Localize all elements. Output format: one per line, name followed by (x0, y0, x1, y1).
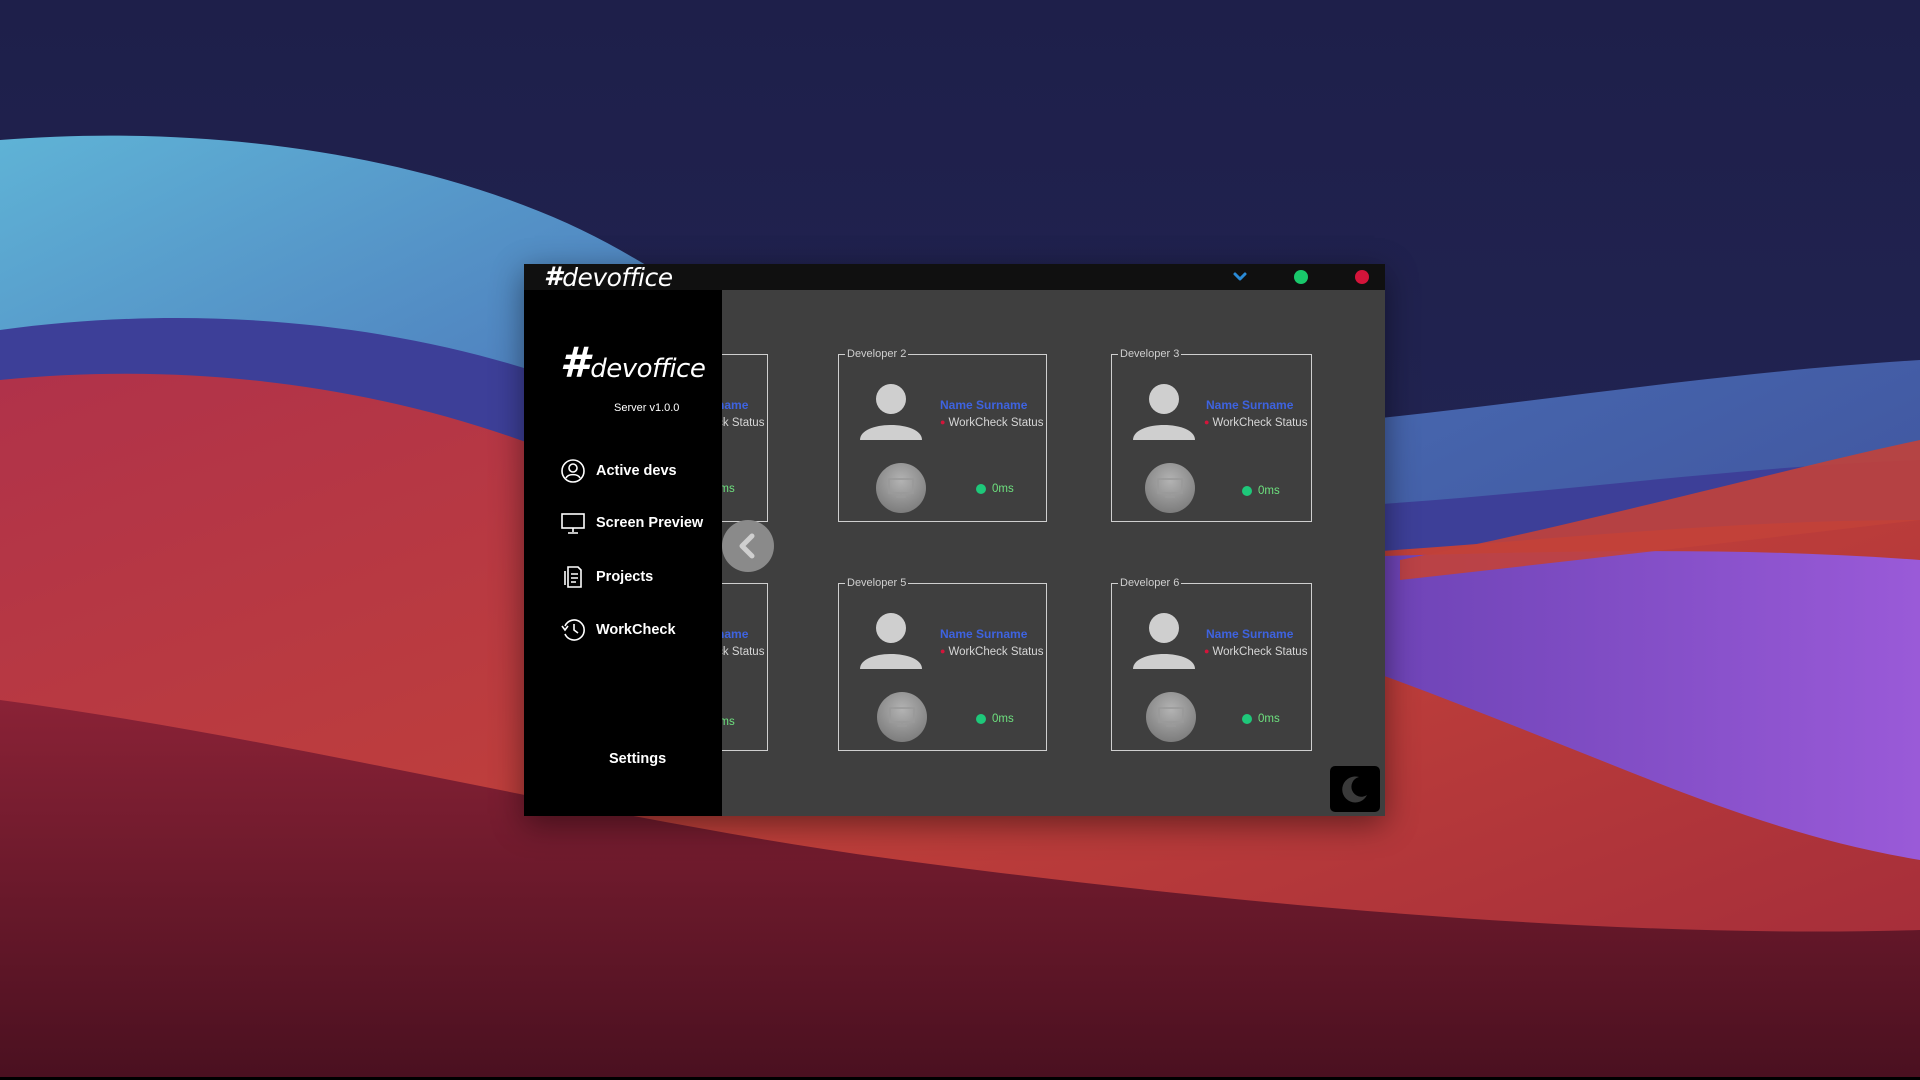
card-legend: Developer 5 (845, 576, 909, 590)
workcheck-status-label: WorkCheck Status (948, 417, 1044, 429)
screen-preview-button[interactable] (1146, 692, 1196, 742)
ping-indicator: 0ms (722, 483, 735, 495)
screen-preview-button[interactable] (876, 463, 926, 513)
sidebar-item-screen-preview[interactable]: Screen Preview (560, 510, 703, 536)
developer-name: Name Surname (940, 398, 1028, 412)
ping-value: 0ms (722, 483, 735, 495)
ping-dot (1242, 714, 1252, 724)
avatar-icon (1133, 384, 1195, 440)
title-logo-text: devoffice (562, 262, 673, 292)
maximize-button[interactable] (1294, 270, 1308, 284)
status-dot: ● (940, 417, 946, 427)
status-dot: ● (1204, 417, 1210, 427)
theme-toggle-button[interactable] (1330, 766, 1380, 812)
status-dot: ● (1204, 646, 1210, 656)
ping-dot (976, 714, 986, 724)
ping-indicator: 0ms (1242, 485, 1280, 497)
workcheck-status: ●WorkCheck Status (940, 417, 1043, 429)
moon-icon (1342, 776, 1367, 803)
sidebar-item-label: Active devs (596, 463, 677, 479)
collapse-sidebar-button[interactable] (722, 520, 774, 572)
sidebar: # devoffice Server v1.0.0 Active devs Sc… (524, 290, 722, 816)
sidebar-item-projects[interactable]: Projects (560, 564, 653, 590)
developer-name: Name Surname (1206, 398, 1294, 412)
card-legend: Developer 3 (1118, 347, 1182, 361)
sidebar-item-workcheck[interactable]: WorkCheck (560, 617, 676, 643)
ping-dot (976, 484, 986, 494)
sidebar-logo-hash: # (560, 338, 589, 387)
ping-indicator: 0ms (976, 483, 1014, 495)
title-bar[interactable]: # devoffice (524, 262, 1385, 292)
ping-value: 0ms (1258, 713, 1280, 725)
monitor-icon (889, 707, 915, 727)
title-logo-hash: # (544, 262, 562, 292)
developer-card[interactable]: Developer 5 Name Surname ● WorkCheck Stat… (838, 576, 1047, 751)
ping-value: 0ms (1258, 485, 1280, 497)
developer-name: Name Surname (722, 398, 749, 412)
workcheck-status-label: WorkCheck Status (722, 646, 765, 658)
ping-value: 0ms (722, 716, 735, 728)
screen-preview-button[interactable] (877, 692, 927, 742)
developer-name: Name Surname (940, 627, 1028, 641)
ping-indicator: 0ms (1242, 713, 1280, 725)
clock-icon (560, 617, 586, 643)
user-circle-icon (560, 458, 586, 484)
sidebar-logo-text: devoffice (590, 354, 706, 384)
version-label: Server v1.0.0 (614, 402, 680, 414)
sidebar-item-active-devs[interactable]: Active devs (560, 458, 677, 484)
minimize-button[interactable] (1232, 269, 1248, 285)
workcheck-status: ●WorkCheck Status (1204, 417, 1307, 429)
workcheck-status-label: WorkCheck Status (1212, 646, 1308, 658)
app-window: # devoffice # devoffice Server v1.0.0 Ac… (524, 262, 1385, 816)
screen-preview-button[interactable] (1145, 463, 1195, 513)
sidebar-item-label: Screen Preview (596, 515, 704, 531)
monitor-icon (888, 478, 914, 498)
sidebar-logo: # devoffice (560, 338, 706, 387)
developer-card[interactable]: Developer 2 Name Surname ● WorkCheck Stat… (838, 347, 1047, 522)
developer-card[interactable]: Name Surname ●WorkCheck Status 0ms (722, 354, 768, 522)
monitor-icon (1157, 478, 1183, 498)
close-button[interactable] (1355, 270, 1369, 284)
monitor-icon (560, 510, 586, 536)
developer-name: Name Surname (722, 627, 749, 641)
title-logo: # devoffice (544, 262, 673, 292)
monitor-icon (1158, 707, 1184, 727)
workcheck-status: ●WorkCheck Status (722, 646, 764, 658)
avatar-icon (860, 384, 922, 440)
workcheck-status: ●WorkCheck Status (722, 417, 764, 429)
ping-dot (1242, 486, 1252, 496)
workcheck-status-label: WorkCheck Status (722, 417, 765, 429)
ping-indicator: 0ms (722, 716, 735, 728)
ping-indicator: 0ms (976, 713, 1014, 725)
document-icon (560, 564, 586, 590)
chevron-down-icon (1233, 272, 1247, 281)
ping-value: 0ms (992, 713, 1014, 725)
avatar-icon (860, 613, 922, 669)
developers-grid: Name Surname ●WorkCheck Status 0ms Devel… (722, 290, 1385, 816)
avatar-icon (1133, 613, 1195, 669)
status-dot: ● (940, 646, 946, 656)
ping-value: 0ms (992, 483, 1014, 495)
settings-button[interactable]: Settings (609, 751, 666, 767)
workcheck-status: ●WorkCheck Status (940, 646, 1043, 658)
developer-card[interactable]: Developer 6 Name Surname ● WorkCheck Stat… (1111, 576, 1312, 751)
sidebar-item-label: Projects (596, 569, 654, 585)
developer-name: Name Surname (1206, 627, 1294, 641)
card-legend: Developer 6 (1118, 576, 1182, 590)
sidebar-item-label: WorkCheck (596, 622, 676, 638)
workcheck-status-label: WorkCheck Status (948, 646, 1044, 658)
workcheck-status-label: WorkCheck Status (1212, 417, 1308, 429)
card-legend: Developer 2 (845, 347, 909, 361)
workcheck-status: ●WorkCheck Status (1204, 646, 1307, 658)
developer-card[interactable]: Name Surname ●WorkCheck Status 0ms (722, 583, 768, 751)
chevron-left-icon (739, 533, 755, 559)
developer-card[interactable]: Developer 3 Name Surname ● WorkCheck Stat… (1111, 347, 1312, 522)
